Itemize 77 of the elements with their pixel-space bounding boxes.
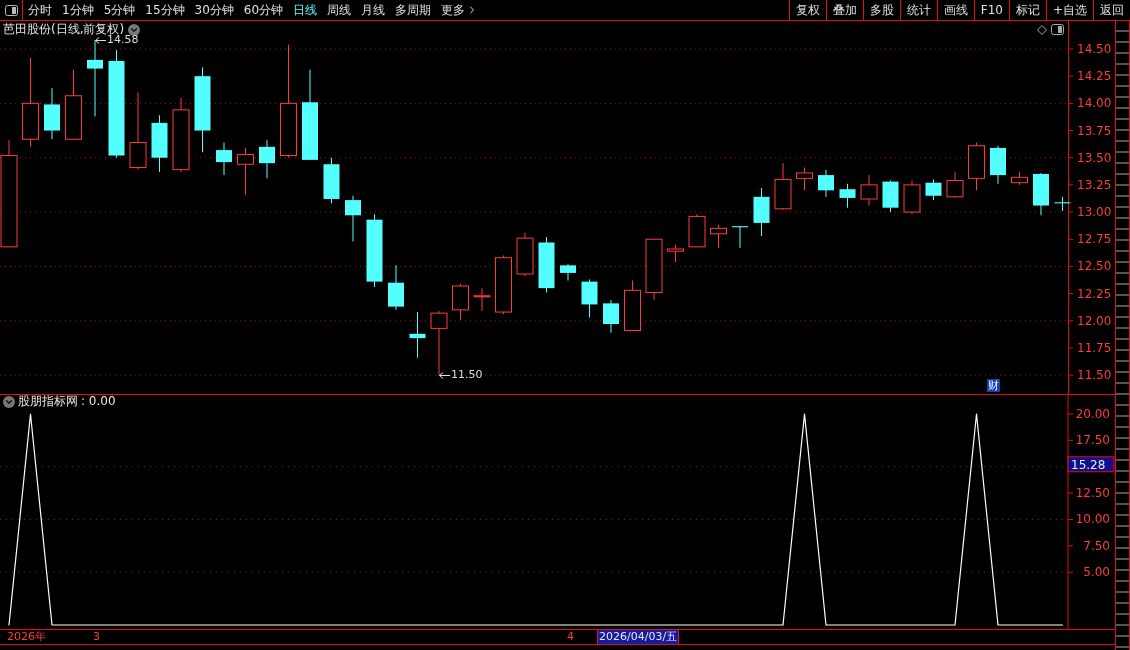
diamond-icon[interactable] (1037, 24, 1047, 35)
candlestick (624, 280, 641, 332)
candlestick (1011, 171, 1028, 186)
axis-label: 12.25 (1077, 286, 1112, 301)
candlestick (882, 180, 899, 213)
candlestick (151, 114, 168, 173)
axis-label: 12.00 (1077, 313, 1112, 328)
candlestick (323, 157, 340, 204)
candlestick (495, 255, 512, 315)
panel-icon[interactable] (1051, 24, 1064, 35)
candlestick (1033, 172, 1049, 216)
candlestick (560, 263, 576, 282)
price-label: 14.58 (107, 34, 139, 47)
candlestick (516, 232, 534, 277)
candlestick (925, 178, 942, 201)
candlestick (968, 142, 985, 191)
chevron-down-icon[interactable] (3, 395, 15, 408)
candlestick (44, 87, 60, 140)
candlestick (409, 311, 426, 359)
axis-label: 11.50 (1077, 368, 1112, 383)
panel-icon (4, 4, 18, 16)
axis-label: 12.50 (1077, 259, 1112, 274)
time-label: 2026/04/03/五 (598, 630, 679, 644)
candlestick (473, 287, 491, 312)
axis-label: 14.50 (1077, 42, 1112, 56)
candlestick (388, 264, 404, 311)
axis-label: 14.25 (1077, 69, 1112, 84)
chevron-down-icon[interactable] (128, 23, 141, 36)
axis-label: 10.00 (1075, 512, 1110, 527)
axis-label: 12.75 (1077, 232, 1112, 247)
axis-label: 14.00 (1077, 96, 1112, 111)
candlestick (710, 224, 727, 249)
time-label: 3 (92, 630, 101, 644)
axis-label: 13.00 (1077, 205, 1112, 220)
axis-label: 12.50 (1075, 486, 1110, 501)
price-label: 11.50 (451, 369, 483, 382)
leader-line (95, 36, 106, 44)
axis-label: 5.00 (1083, 565, 1110, 580)
finance-badge[interactable]: 财 (987, 379, 1000, 392)
candlestick (818, 169, 834, 198)
candlestick (603, 299, 619, 334)
candlestick (860, 174, 878, 207)
time-label: 4 (566, 630, 575, 644)
candlestick (645, 238, 663, 301)
candlestick (839, 183, 856, 209)
axis-label: 20.00 (1075, 407, 1110, 421)
candlestick (1054, 196, 1071, 212)
time-label: 2026年 (6, 630, 47, 644)
candlestick (65, 69, 82, 140)
candlestick (345, 195, 361, 242)
candlestick (688, 213, 706, 248)
axis-label: 13.75 (1077, 123, 1112, 138)
axis-label: 7.50 (1083, 538, 1110, 553)
candlestick (452, 283, 469, 321)
candlestick (216, 142, 232, 176)
candlestick (732, 225, 748, 249)
chart-title: 芭田股份(日线,前复权) (3, 21, 125, 36)
leader-line (439, 371, 450, 379)
cursor-value-label: 15.28 (1067, 456, 1115, 473)
axis-label: 11.75 (1077, 340, 1112, 355)
candlestick (538, 236, 555, 293)
candlestick (237, 147, 254, 196)
candlestick (796, 167, 813, 191)
candlestick (990, 145, 1006, 185)
candlestick (903, 180, 921, 215)
candlestick (581, 278, 598, 318)
candlestick (753, 187, 770, 237)
candlestick (259, 139, 275, 179)
axis-label: 13.25 (1077, 177, 1112, 192)
candlestick (774, 162, 792, 211)
indicator-name: 股朋指标网 (18, 395, 78, 408)
indicator-value: : 0.00 (81, 395, 116, 408)
candlestick (430, 310, 448, 376)
axis-label: 13.50 (1077, 150, 1112, 165)
candlestick (667, 244, 684, 263)
axis-label: 17.50 (1075, 433, 1110, 448)
candlestick (946, 171, 964, 199)
